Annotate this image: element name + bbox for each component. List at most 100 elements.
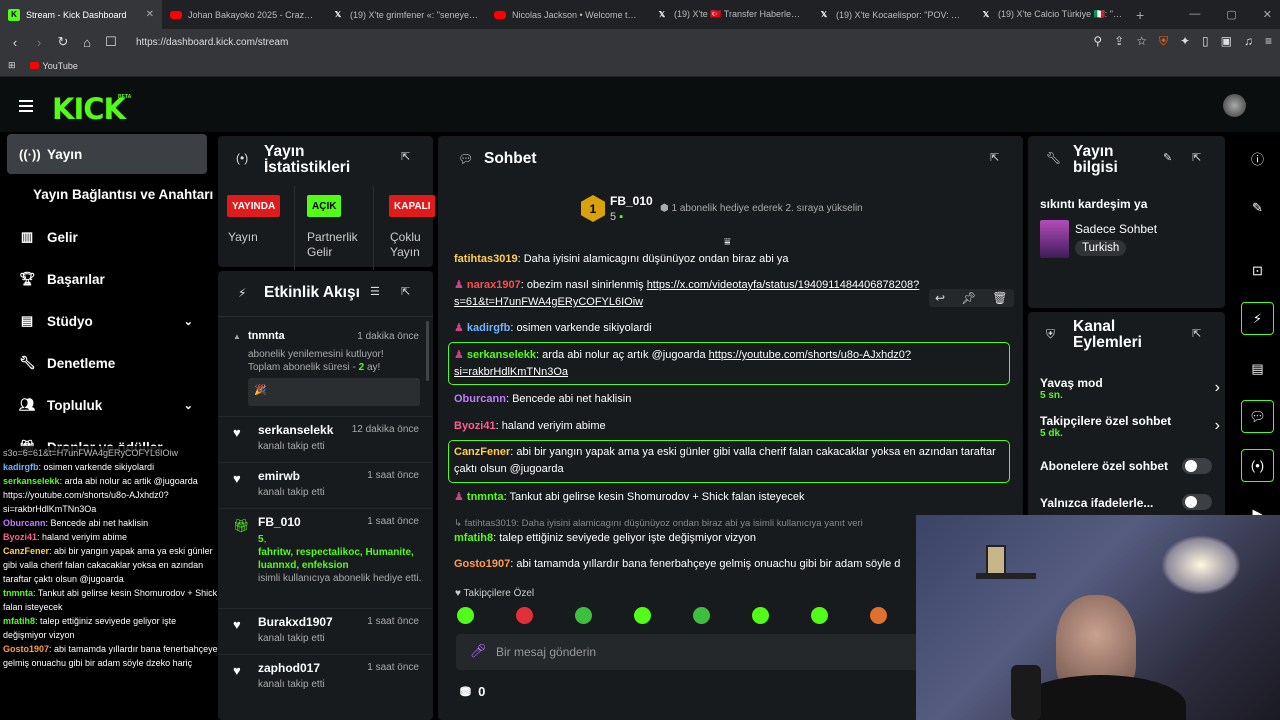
- chat-message[interactable]: Byozi41: haland veriyim abime: [454, 418, 1009, 435]
- emote-icon[interactable]: [870, 607, 887, 624]
- reload-icon[interactable]: ↻: [56, 34, 70, 50]
- document-icon[interactable]: ▤: [1241, 352, 1274, 385]
- emotes-only-toggle[interactable]: [1182, 494, 1212, 510]
- event-username[interactable]: serkanselekk: [258, 423, 333, 437]
- sidebar-toggle-icon[interactable]: ▯: [1202, 34, 1209, 49]
- menu-icon[interactable]: ≡: [1265, 34, 1272, 49]
- sidebar-item-achievements[interactable]: 🏆︎ Başarılar: [7, 259, 207, 299]
- edit-icon[interactable]: ✎: [1163, 151, 1172, 164]
- chat-message[interactable]: ♟ serkanselekk: arda abi nolur aç artık …: [454, 347, 1009, 381]
- popout-icon[interactable]: ⇱: [990, 151, 999, 164]
- user-avatar[interactable]: [1223, 94, 1246, 117]
- browser-tab[interactable]: 𝕏 (19) X'te grimfener «: "seneye onun: [324, 0, 486, 29]
- chat-username[interactable]: Byozi41: [454, 420, 496, 432]
- subscribers-only-toggle[interactable]: [1182, 458, 1212, 474]
- close-tab-icon[interactable]: ✕: [146, 9, 154, 20]
- close-window-icon[interactable]: ✕: [1263, 8, 1272, 21]
- emote-icon[interactable]: [634, 607, 651, 624]
- chat-username[interactable]: serkanselekk: [467, 349, 536, 361]
- apps-icon[interactable]: ⊞: [8, 60, 16, 71]
- chat-username[interactable]: mfatih8: [454, 532, 493, 544]
- emote-icon[interactable]: [575, 607, 592, 624]
- sidebar-item-community[interactable]: 👥︎ Topluluk ⌄: [7, 385, 207, 425]
- hamburger-menu-icon[interactable]: [19, 100, 33, 112]
- channel-points[interactable]: ⛃ 0: [460, 684, 485, 700]
- category-name[interactable]: Sadece Sohbet: [1075, 222, 1157, 236]
- event-username[interactable]: emirwb: [258, 469, 300, 483]
- chat-message[interactable]: Oburcann: Bencede abi net haklisin: [454, 391, 1009, 408]
- forward-icon[interactable]: ›: [32, 35, 46, 50]
- scrollbar[interactable]: [426, 321, 429, 381]
- event-username[interactable]: zaphod017: [258, 661, 320, 675]
- brave-shield-icon[interactable]: ⛨: [1159, 34, 1168, 49]
- pen-icon[interactable]: ✎: [1241, 191, 1274, 224]
- filter-icon[interactable]: ☰: [370, 285, 380, 298]
- popout-icon[interactable]: ⇱: [401, 150, 410, 163]
- kick-logo[interactable]: KICK: [52, 92, 126, 126]
- chat-username[interactable]: Gosto1907: [454, 558, 510, 570]
- browser-tab[interactable]: 𝕏 (19) X'te Calcio Türkiye 🇮🇹: "😮 Bu: [972, 0, 1134, 29]
- chat-icon[interactable]: 💬︎: [1241, 400, 1274, 433]
- browser-tab[interactable]: K Stream - Kick Dashboard ✕: [0, 0, 162, 29]
- emote-icon[interactable]: [752, 607, 769, 624]
- capture-icon[interactable]: ⊡: [1241, 254, 1274, 287]
- event-username[interactable]: tnmnta: [248, 330, 285, 342]
- popout-icon[interactable]: ⇱: [1192, 327, 1201, 340]
- browser-tab[interactable]: 𝕏 (19) X'te 🇹🇷 Transfer Haberleri ⚜️: [648, 0, 810, 29]
- emote-icon[interactable]: [516, 607, 533, 624]
- chat-username[interactable]: narax1907: [467, 279, 521, 291]
- url-field[interactable]: https://dashboard.kick.com/stream: [136, 37, 288, 48]
- media-icon[interactable]: ♫: [1244, 34, 1253, 49]
- chat-text: : osimen varkende sikiyolardi: [510, 322, 652, 334]
- chat-message[interactable]: ♟ narax1907: obezim nasıl sinirlenmiş ht…: [454, 277, 924, 311]
- extensions-icon[interactable]: ✦: [1180, 34, 1190, 49]
- maximize-icon[interactable]: ▢: [1226, 8, 1236, 21]
- browser-tab[interactable]: 𝕏 (19) X'te Kocaelispor: "POV: You are: [810, 0, 972, 29]
- bookmark-icon[interactable]: ☐: [104, 34, 118, 50]
- pinned-collapse-icon[interactable]: ⩸: [724, 236, 731, 249]
- chat-username[interactable]: tnmnta: [467, 491, 504, 503]
- minimize-icon[interactable]: —: [1189, 8, 1200, 21]
- chat-message[interactable]: ♟ kadirgfb: osimen varkende sikiyolardi: [454, 320, 1009, 337]
- popout-icon[interactable]: ⇱: [1192, 151, 1201, 164]
- chat-username[interactable]: CanzFener: [454, 446, 510, 458]
- home-icon[interactable]: ⌂: [80, 35, 94, 50]
- event-username[interactable]: FB_010: [258, 515, 301, 529]
- microphone-icon[interactable]: 🎤︎: [470, 643, 487, 659]
- action-followers-only[interactable]: Takipçilere özel sohbet 5 dk. ›: [1040, 414, 1220, 439]
- sidebar-item-stream-key[interactable]: Yayın Bağlantısı ve Anahtarı: [33, 187, 213, 202]
- emote-icon[interactable]: [457, 607, 474, 624]
- emote-icon[interactable]: [693, 607, 710, 624]
- new-tab-button[interactable]: +: [1136, 7, 1144, 23]
- chat-message[interactable]: Gosto1907: abi tamamda yıllardır bana fe…: [454, 556, 914, 573]
- reply-icon[interactable]: ↩: [935, 291, 945, 305]
- leader-name[interactable]: FB_010: [610, 194, 653, 208]
- bookmark-youtube[interactable]: YouTube: [29, 61, 78, 71]
- sidebar-item-stream[interactable]: ((·)) Yayın: [7, 134, 207, 174]
- chat-message[interactable]: ♟ tnmnta: Tankut abi gelirse kesin Shomu…: [454, 489, 1009, 506]
- chat-username[interactable]: Oburcann: [454, 393, 506, 405]
- chat-message[interactable]: CanzFener: abi bir yangın yapak ama ya e…: [454, 444, 1009, 478]
- back-icon[interactable]: ‹: [8, 35, 22, 50]
- event-username[interactable]: Burakxd1907: [258, 615, 333, 629]
- browser-tab[interactable]: Nicolas Jackson • Welcome to Baye: [486, 0, 648, 29]
- share-icon[interactable]: ⇪: [1114, 34, 1124, 49]
- popout-icon[interactable]: ⇱: [401, 285, 410, 298]
- browser-tab[interactable]: Johan Bakayoko 2025 - Crazy Skills,: [162, 0, 324, 29]
- emote-icon[interactable]: [811, 607, 828, 624]
- sidebar-item-studio[interactable]: ▤ Stüdyo ⌄: [7, 301, 207, 341]
- lightning-icon[interactable]: ⚡︎: [1241, 302, 1274, 335]
- star-icon[interactable]: ☆: [1136, 34, 1147, 49]
- action-slow-mode[interactable]: Yavaş mod 5 sn. ›: [1040, 376, 1220, 401]
- pin-icon[interactable]: 📌︎: [961, 291, 976, 305]
- zoom-icon[interactable]: ⚲: [1093, 34, 1102, 49]
- broadcast-icon[interactable]: (•): [1241, 449, 1274, 482]
- info-icon[interactable]: ⓘ: [1241, 142, 1274, 175]
- chat-username[interactable]: fatihtas3019: [454, 253, 518, 265]
- sidebar-item-moderation[interactable]: 🔧︎ Denetleme: [7, 343, 207, 383]
- chat-message[interactable]: fatihtas3019: Daha iyisini alamicagını d…: [454, 251, 1009, 268]
- wallet-icon[interactable]: ▣: [1221, 34, 1232, 49]
- chat-username[interactable]: kadirgfb: [467, 322, 510, 334]
- delete-icon[interactable]: 🗑︎: [992, 291, 1007, 305]
- sidebar-item-revenue[interactable]: ▥ Gelir: [7, 217, 207, 257]
